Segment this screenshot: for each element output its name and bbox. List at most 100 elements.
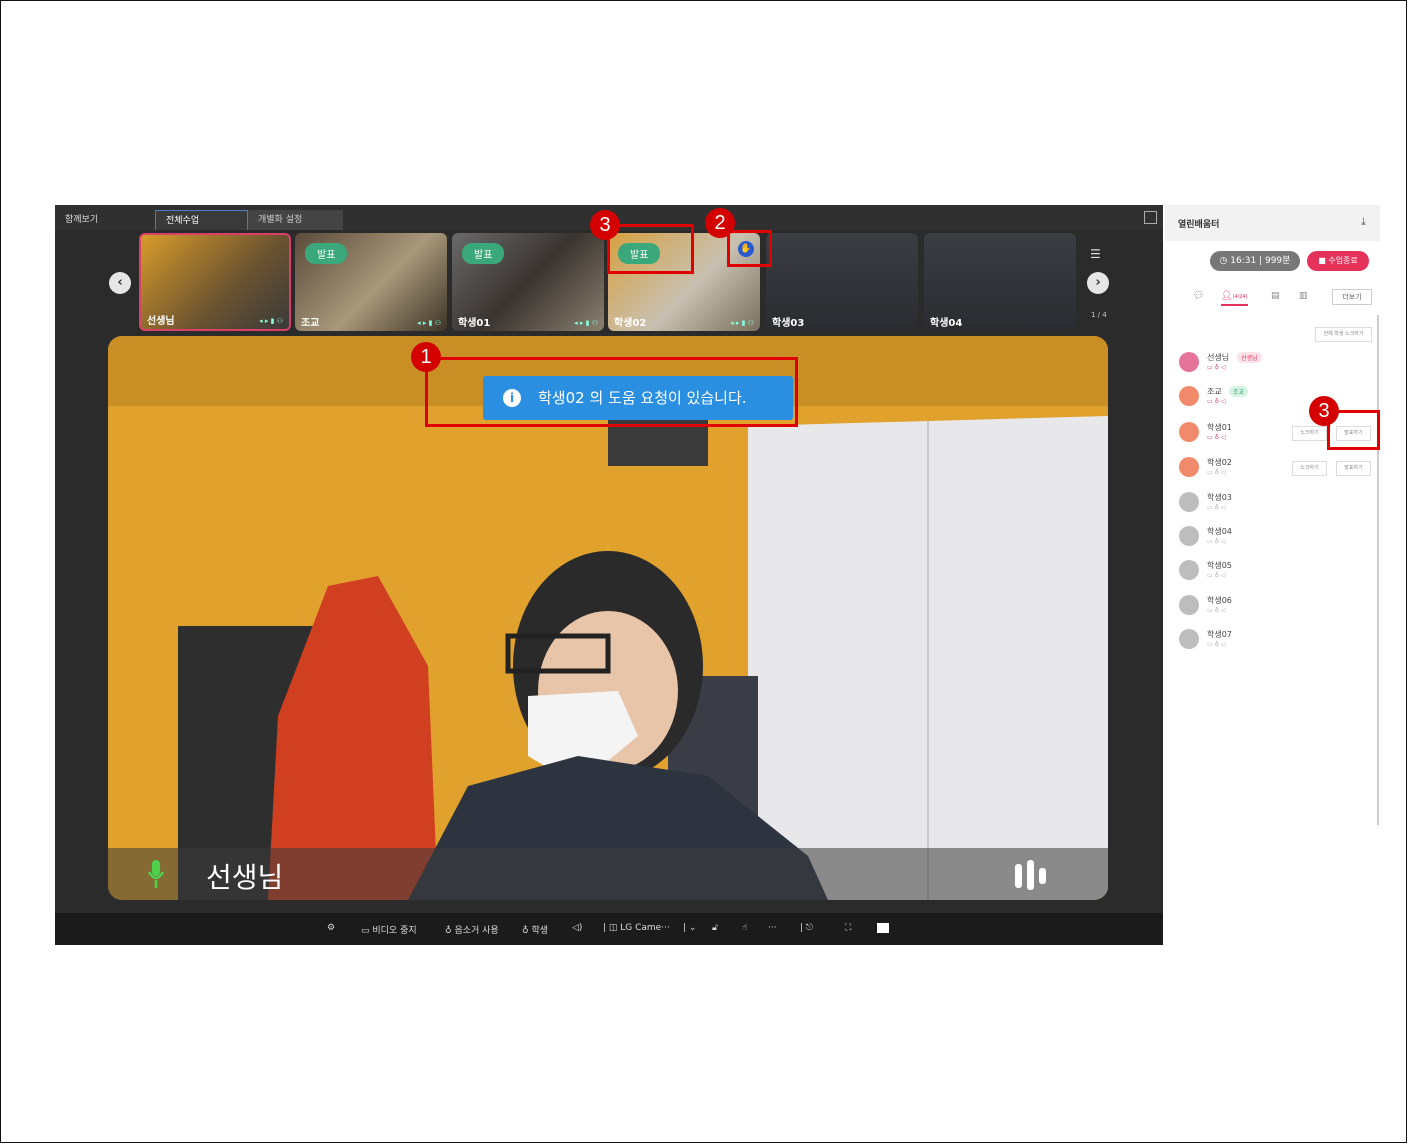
avatar: [1179, 386, 1199, 406]
knock-button[interactable]: 노크하기: [1292, 426, 1327, 441]
camera-icon: | ◫: [603, 923, 621, 933]
prev-page-icon[interactable]: ‹: [109, 272, 131, 294]
crown-avatar-icon: [1179, 352, 1199, 372]
share-icon[interactable]: | ⎋: [800, 923, 813, 933]
participant-name: 학생03: [1207, 493, 1232, 502]
avatar: [1179, 457, 1199, 477]
avatar: [1179, 492, 1199, 512]
thumb-controls: ◂ ▸ ▮ ⚇: [574, 319, 598, 327]
thumb-student04[interactable]: 학생04: [924, 233, 1076, 331]
avatar: [1179, 560, 1199, 580]
end-class-label: 수업종료: [1328, 256, 1358, 265]
participant-name: 학생06: [1207, 596, 1232, 605]
class-timer: ◷ 16:31 | 999분: [1210, 251, 1300, 271]
participant-student06[interactable]: 학생06 ▭ ♁ ◁: [1179, 593, 1379, 623]
microphone-icon: [147, 860, 165, 888]
more-icon[interactable]: ···: [768, 923, 777, 933]
file-icon[interactable]: ▤: [1271, 291, 1280, 301]
video-stop-button[interactable]: ▭ 비디오 중지: [361, 923, 417, 936]
thumb-teacher[interactable]: 선생님 ◂ ▸ ▮ ⚇: [139, 233, 291, 331]
thumb-name: 조교: [301, 318, 320, 329]
tab-watch-together[interactable]: 함께보기: [55, 210, 150, 230]
participants-tab[interactable]: 👤︎(4/24): [1221, 291, 1248, 306]
timer-limit: 999분: [1264, 256, 1291, 266]
bottom-toolbar: ⚙ ▭ 비디오 중지 ♁ 음소거 사용 ♁ 학생 ◁) | ◫ LG Came·…: [55, 913, 1163, 945]
avatar: [1179, 629, 1199, 649]
mute-label: 음소거 사용: [454, 926, 499, 936]
annotation-box-3a: [607, 224, 694, 274]
participant-student03[interactable]: 학생03 ▭ ♁ ◁: [1179, 490, 1379, 520]
device-status-icons: ▭ ♁ ◁: [1207, 572, 1226, 579]
clock-icon: ◷: [1219, 256, 1231, 266]
participant-name: 학생07: [1207, 630, 1232, 639]
annotation-marker-3b: 3: [1309, 396, 1339, 426]
chat-icon[interactable]: 💬︎: [1193, 291, 1204, 301]
camera-label: LG Came···: [620, 923, 670, 933]
present-badge: 발표: [462, 243, 505, 264]
present-button[interactable]: 발표하기: [1336, 461, 1371, 476]
thumb-student03[interactable]: 학생03: [766, 233, 918, 331]
stats-icon[interactable]: ▥: [1299, 291, 1308, 301]
more-button[interactable]: 더보기: [1332, 289, 1372, 305]
participant-name: 조교: [1207, 387, 1222, 396]
tab-whole-class[interactable]: 전체수업: [155, 210, 248, 230]
annotation-marker-2: 2: [705, 208, 735, 238]
panel-scrollbar[interactable]: [1377, 315, 1379, 825]
camera-select[interactable]: | ◫ LG Came···: [603, 923, 670, 933]
role-badge: 조교: [1229, 386, 1249, 397]
tab-individual-settings[interactable]: 개별화 설정: [248, 210, 343, 230]
role-badge: 선생님: [1237, 352, 1262, 363]
annotation-marker-3a: 3: [590, 210, 620, 240]
device-status-icons: ▭ ♁ ◁: [1207, 469, 1226, 476]
filter-icon[interactable]: ☰: [1090, 247, 1104, 261]
device-status-icons: ▭ ♁ ◁: [1207, 641, 1226, 648]
speaker-volume-icon[interactable]: ◁): [572, 923, 582, 933]
participants-count: (4/24): [1232, 294, 1248, 300]
participant-student05[interactable]: 학생05 ▭ ♁ ◁: [1179, 558, 1379, 588]
checkbox-icon[interactable]: [1144, 211, 1157, 224]
mute-button[interactable]: ♁ 음소거 사용: [445, 923, 499, 936]
annotation-box-1: [425, 357, 798, 427]
participant-name: 학생05: [1207, 561, 1232, 570]
thumb-name: 선생님: [147, 316, 175, 327]
thumb-name: 학생01: [458, 318, 491, 329]
device-status-icons: ▭ ♁ ◁: [1207, 607, 1226, 614]
video-stop-label: 비디오 중지: [372, 926, 417, 936]
speaker-name: 선생님: [206, 861, 284, 894]
participant-name: 선생님: [1207, 353, 1230, 362]
chevron-down-icon[interactable]: | ⌄: [683, 923, 696, 933]
participant-student07[interactable]: 학생07 ▭ ♁ ◁: [1179, 627, 1379, 657]
audio-level-icon: [1015, 860, 1046, 890]
participant-teacher[interactable]: 선생님 선생님 ▭ ♁ ◁: [1179, 350, 1379, 380]
panel-header: 열린배움터 ⤓: [1165, 205, 1380, 241]
lock-icon[interactable]: 🔓︎: [712, 923, 718, 933]
settings-icon[interactable]: ⚙: [327, 923, 335, 933]
panel-title: 열린배움터: [1178, 220, 1220, 230]
thumb-student01[interactable]: 발표 학생01 ◂ ▸ ▮ ⚇: [452, 233, 604, 331]
annotation-box-2: [727, 230, 772, 267]
device-status-icons: ▭ ♁ ◁: [1207, 538, 1226, 545]
page-indicator: 1 / 4: [1091, 311, 1107, 319]
thumb-controls: ◂ ▸ ▮ ⚇: [259, 317, 283, 325]
thumb-controls: ◂ ▸ ▮ ⚇: [417, 319, 441, 327]
participant-student02[interactable]: 학생02 ▭ ♁ ◁ 노크하기 발표하기: [1179, 455, 1379, 485]
participant-name: 학생04: [1207, 527, 1232, 536]
next-page-icon[interactable]: ›: [1087, 272, 1109, 294]
side-panel: 열린배움터 ⤓ ◷ 16:31 | 999분 ■ 수업종료 💬︎ 👤︎(4/24…: [1165, 205, 1380, 945]
thumb-name: 학생03: [772, 318, 805, 329]
student-button[interactable]: ♁ 학생: [522, 923, 548, 936]
knock-all-button[interactable]: 전체 학생 노크하기: [1315, 327, 1372, 342]
avatar: [1179, 422, 1199, 442]
hand-icon[interactable]: ☝︎: [742, 923, 747, 933]
thumb-assistant[interactable]: 발표 조교 ◂ ▸ ▮ ⚇: [295, 233, 447, 331]
avatar: [1179, 595, 1199, 615]
thumb-controls: ◂ ▸ ▮ ⚇: [730, 319, 754, 327]
device-status-icons: ▭ ♁ ◁: [1207, 504, 1226, 511]
video-icon: ▭: [361, 926, 373, 936]
participant-student04[interactable]: 학생04 ▭ ♁ ◁: [1179, 524, 1379, 554]
end-class-button[interactable]: ■ 수업종료: [1307, 251, 1369, 271]
fullscreen-icon[interactable]: ⛶: [845, 923, 851, 933]
layout-icon[interactable]: [877, 923, 889, 933]
download-icon[interactable]: ⤓: [1361, 215, 1366, 229]
knock-button[interactable]: 노크하기: [1292, 461, 1327, 476]
